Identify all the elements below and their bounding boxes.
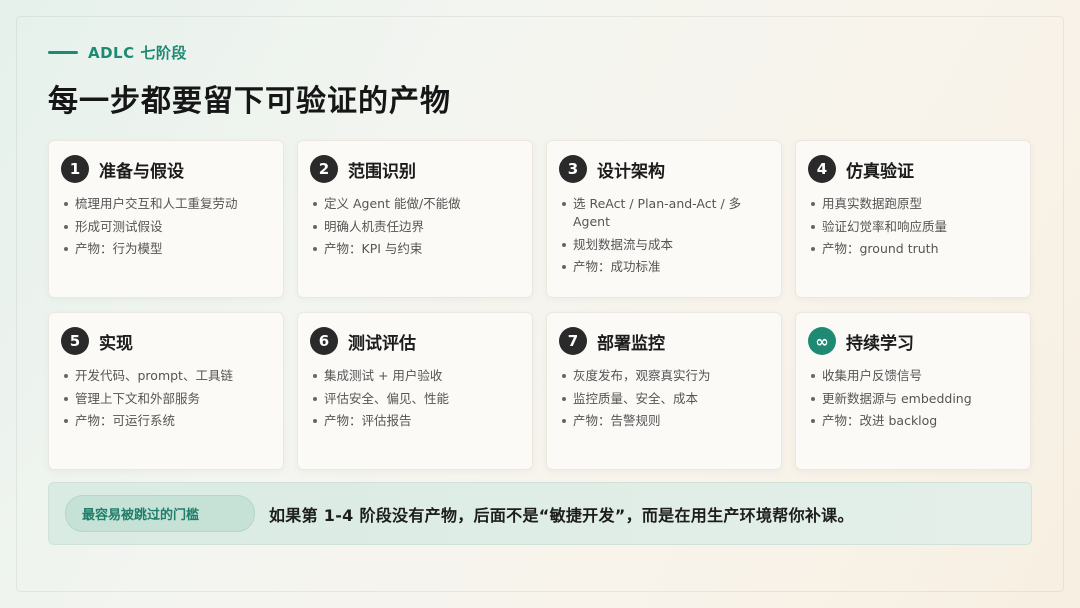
stage-grid: 1 准备与假设 梳理用户交互和人工重复劳动 形成可测试假设 产物：行为模型 2 范围…	[48, 140, 1032, 470]
stage-title: 范围识别	[348, 161, 416, 182]
stage-number-badge: 5	[61, 327, 89, 355]
stage-bullet: 产物：可运行系统	[61, 412, 271, 430]
stage-title: 测试评估	[348, 333, 416, 354]
stage-bullet: 更新数据源与 embedding	[808, 390, 1018, 408]
stage-bullet: 选 ReAct / Plan-and-Act / 多 Agent	[559, 195, 769, 231]
stage-card: ∞ 持续学习 收集用户反馈信号 更新数据源与 embedding 产物：改进 ba…	[795, 312, 1031, 470]
stage-bullet: 产物：评估报告	[310, 412, 520, 430]
stage-bullets: 梳理用户交互和人工重复劳动 形成可测试假设 产物：行为模型	[61, 195, 271, 258]
stage-bullets: 定义 Agent 能做/不能做 明确人机责任边界 产物：KPI 与约束	[310, 195, 520, 258]
stage-card: 5 实现 开发代码、prompt、工具链 管理上下文和外部服务 产物：可运行系统	[48, 312, 284, 470]
stage-number-badge: 4	[808, 155, 836, 183]
stage-bullet: 产物：KPI 与约束	[310, 240, 520, 258]
stage-bullet: 收集用户反馈信号	[808, 367, 1018, 385]
stage-bullets: 选 ReAct / Plan-and-Act / 多 Agent 规划数据流与成…	[559, 195, 769, 276]
eyebrow-label: ADLC 七阶段	[88, 44, 187, 62]
callout-banner: 最容易被跳过的门槛 如果第 1-4 阶段没有产物，后面不是“敏捷开发”，而是在用…	[48, 482, 1032, 545]
eyebrow-accent-line	[48, 51, 78, 54]
stage-title: 持续学习	[846, 333, 914, 354]
stage-bullet: 评估安全、偏见、性能	[310, 390, 520, 408]
stage-bullets: 开发代码、prompt、工具链 管理上下文和外部服务 产物：可运行系统	[61, 367, 271, 430]
stage-bullet: 集成测试 + 用户验收	[310, 367, 520, 385]
stage-title: 实现	[99, 333, 133, 354]
stage-card: 7 部署监控 灰度发布，观察真实行为 监控质量、安全、成本 产物：告警规则	[546, 312, 782, 470]
stage-bullet: 监控质量、安全、成本	[559, 390, 769, 408]
stage-bullet: 定义 Agent 能做/不能做	[310, 195, 520, 213]
stage-number-badge: 1	[61, 155, 89, 183]
stage-card: 1 准备与假设 梳理用户交互和人工重复劳动 形成可测试假设 产物：行为模型	[48, 140, 284, 298]
infinity-icon: ∞	[808, 327, 836, 355]
stage-bullets: 用真实数据跑原型 验证幻觉率和响应质量 产物：ground truth	[808, 195, 1018, 258]
stage-bullet: 梳理用户交互和人工重复劳动	[61, 195, 271, 213]
stage-bullet: 产物：行为模型	[61, 240, 271, 258]
stage-title: 设计架构	[597, 161, 665, 182]
stage-bullet: 产物：ground truth	[808, 240, 1018, 258]
callout-text: 如果第 1-4 阶段没有产物，后面不是“敏捷开发”，而是在用生产环境帮你补课。	[269, 505, 854, 525]
stage-bullet: 灰度发布，观察真实行为	[559, 367, 769, 385]
stage-bullet: 产物：成功标准	[559, 258, 769, 276]
stage-card: 3 设计架构 选 ReAct / Plan-and-Act / 多 Agent 规…	[546, 140, 782, 298]
stage-bullets: 收集用户反馈信号 更新数据源与 embedding 产物：改进 backlog	[808, 367, 1018, 430]
stage-number-badge: 7	[559, 327, 587, 355]
callout-pill: 最容易被跳过的门槛	[65, 495, 255, 532]
stage-card: 2 范围识别 定义 Agent 能做/不能做 明确人机责任边界 产物：KPI 与约…	[297, 140, 533, 298]
stage-number-badge: 6	[310, 327, 338, 355]
stage-bullet: 验证幻觉率和响应质量	[808, 218, 1018, 236]
stage-title: 准备与假设	[99, 161, 184, 182]
stage-card: 4 仿真验证 用真实数据跑原型 验证幻觉率和响应质量 产物：ground trut…	[795, 140, 1031, 298]
stage-number-badge: 3	[559, 155, 587, 183]
stage-card: 6 测试评估 集成测试 + 用户验收 评估安全、偏见、性能 产物：评估报告	[297, 312, 533, 470]
stage-title: 部署监控	[597, 333, 665, 354]
stage-number-badge: 2	[310, 155, 338, 183]
stage-bullets: 灰度发布，观察真实行为 监控质量、安全、成本 产物：告警规则	[559, 367, 769, 430]
stage-bullet: 用真实数据跑原型	[808, 195, 1018, 213]
eyebrow: ADLC 七阶段	[48, 42, 187, 63]
stage-bullet: 规划数据流与成本	[559, 236, 769, 254]
stage-bullet: 产物：改进 backlog	[808, 412, 1018, 430]
stage-bullet: 开发代码、prompt、工具链	[61, 367, 271, 385]
stage-bullet: 产物：告警规则	[559, 412, 769, 430]
stage-bullet: 管理上下文和外部服务	[61, 390, 271, 408]
stage-bullets: 集成测试 + 用户验收 评估安全、偏见、性能 产物：评估报告	[310, 367, 520, 430]
stage-title: 仿真验证	[846, 161, 914, 182]
stage-bullet: 明确人机责任边界	[310, 218, 520, 236]
page-title: 每一步都要留下可验证的产物	[48, 84, 451, 119]
stage-bullet: 形成可测试假设	[61, 218, 271, 236]
